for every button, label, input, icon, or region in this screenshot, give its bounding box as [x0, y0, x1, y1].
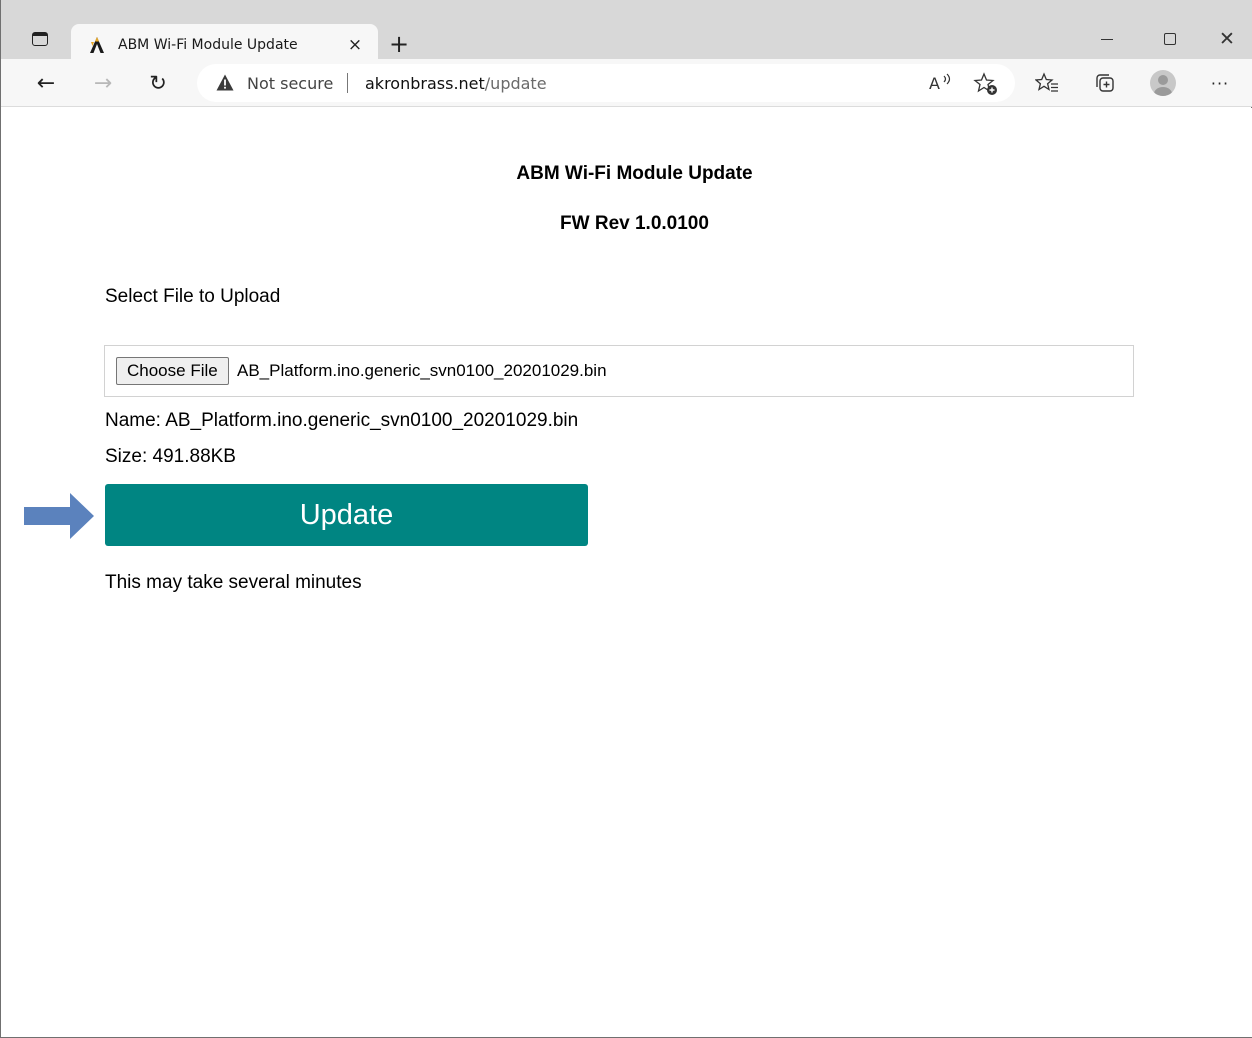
tab-actions-button[interactable]: [23, 24, 57, 54]
arrow-right-icon: →: [93, 70, 113, 96]
svg-text:A: A: [929, 74, 940, 93]
address-separator: [347, 73, 348, 93]
favorites-button[interactable]: [1031, 67, 1063, 99]
tab-strip: ABM Wi-Fi Module Update × + ✕: [1, 7, 1252, 66]
window-close-button[interactable]: ✕: [1204, 23, 1250, 55]
warning-icon: [216, 74, 234, 91]
browser-toolbar: ← → ↻ Not secure akronbrass.net/update A: [1, 59, 1252, 107]
minimize-icon: [1101, 38, 1113, 40]
read-aloud-icon[interactable]: A: [927, 71, 953, 95]
tab-close-icon[interactable]: ×: [345, 35, 365, 55]
file-size-info: Size: 491.88KB: [105, 446, 236, 467]
collections-button[interactable]: [1089, 67, 1121, 99]
page-content: ABM Wi-Fi Module Update FW Rev 1.0.0100 …: [2, 108, 1252, 1037]
avatar: [1150, 70, 1176, 96]
address-bar[interactable]: Not secure akronbrass.net/update A: [197, 64, 1015, 102]
select-file-label: Select File to Upload: [105, 286, 281, 307]
title-bar: [1, 0, 1252, 7]
add-favorite-icon[interactable]: [973, 71, 999, 97]
close-icon: ✕: [1219, 28, 1235, 50]
more-icon: ···: [1210, 73, 1230, 93]
url-text[interactable]: akronbrass.net/update: [365, 74, 547, 93]
url-path: /update: [484, 74, 547, 93]
firmware-revision: FW Rev 1.0.0100: [560, 213, 709, 234]
new-tab-icon[interactable]: +: [385, 29, 413, 59]
file-input-container: Choose File AB_Platform.ino.generic_svn0…: [104, 345, 1134, 397]
choose-file-button[interactable]: Choose File: [116, 357, 229, 385]
back-button[interactable]: ←: [30, 67, 62, 99]
minimize-button[interactable]: [1084, 23, 1130, 55]
more-menu-button[interactable]: ···: [1204, 67, 1236, 99]
reload-button[interactable]: ↻: [142, 67, 174, 99]
selected-file-name: AB_Platform.ino.generic_svn0100_20201029…: [237, 361, 607, 380]
file-name-info: Name: AB_Platform.ino.generic_svn0100_20…: [105, 410, 579, 431]
maximize-icon: [1164, 33, 1176, 45]
annotation-arrow-icon: [24, 493, 94, 539]
duration-note: This may take several minutes: [105, 572, 362, 593]
favorites-icon: [1035, 72, 1058, 92]
reload-icon: ↻: [149, 71, 167, 95]
tab-actions-icon: [32, 32, 48, 46]
maximize-button[interactable]: [1147, 23, 1193, 55]
forward-button[interactable]: →: [87, 67, 119, 99]
url-host: akronbrass.net: [365, 74, 485, 93]
tab-title: ABM Wi-Fi Module Update: [118, 37, 298, 53]
page-title: ABM Wi-Fi Module Update: [516, 163, 753, 184]
profile-button[interactable]: [1147, 67, 1179, 99]
arrow-left-icon: ←: [36, 70, 56, 96]
collections-icon: [1096, 74, 1114, 92]
browser-window: ABM Wi-Fi Module Update × + ✕ ← → ↻ Not …: [0, 0, 1252, 1038]
update-button[interactable]: Update: [105, 484, 588, 546]
security-status-label[interactable]: Not secure: [247, 74, 333, 93]
akron-brass-logo-icon: [90, 37, 104, 53]
